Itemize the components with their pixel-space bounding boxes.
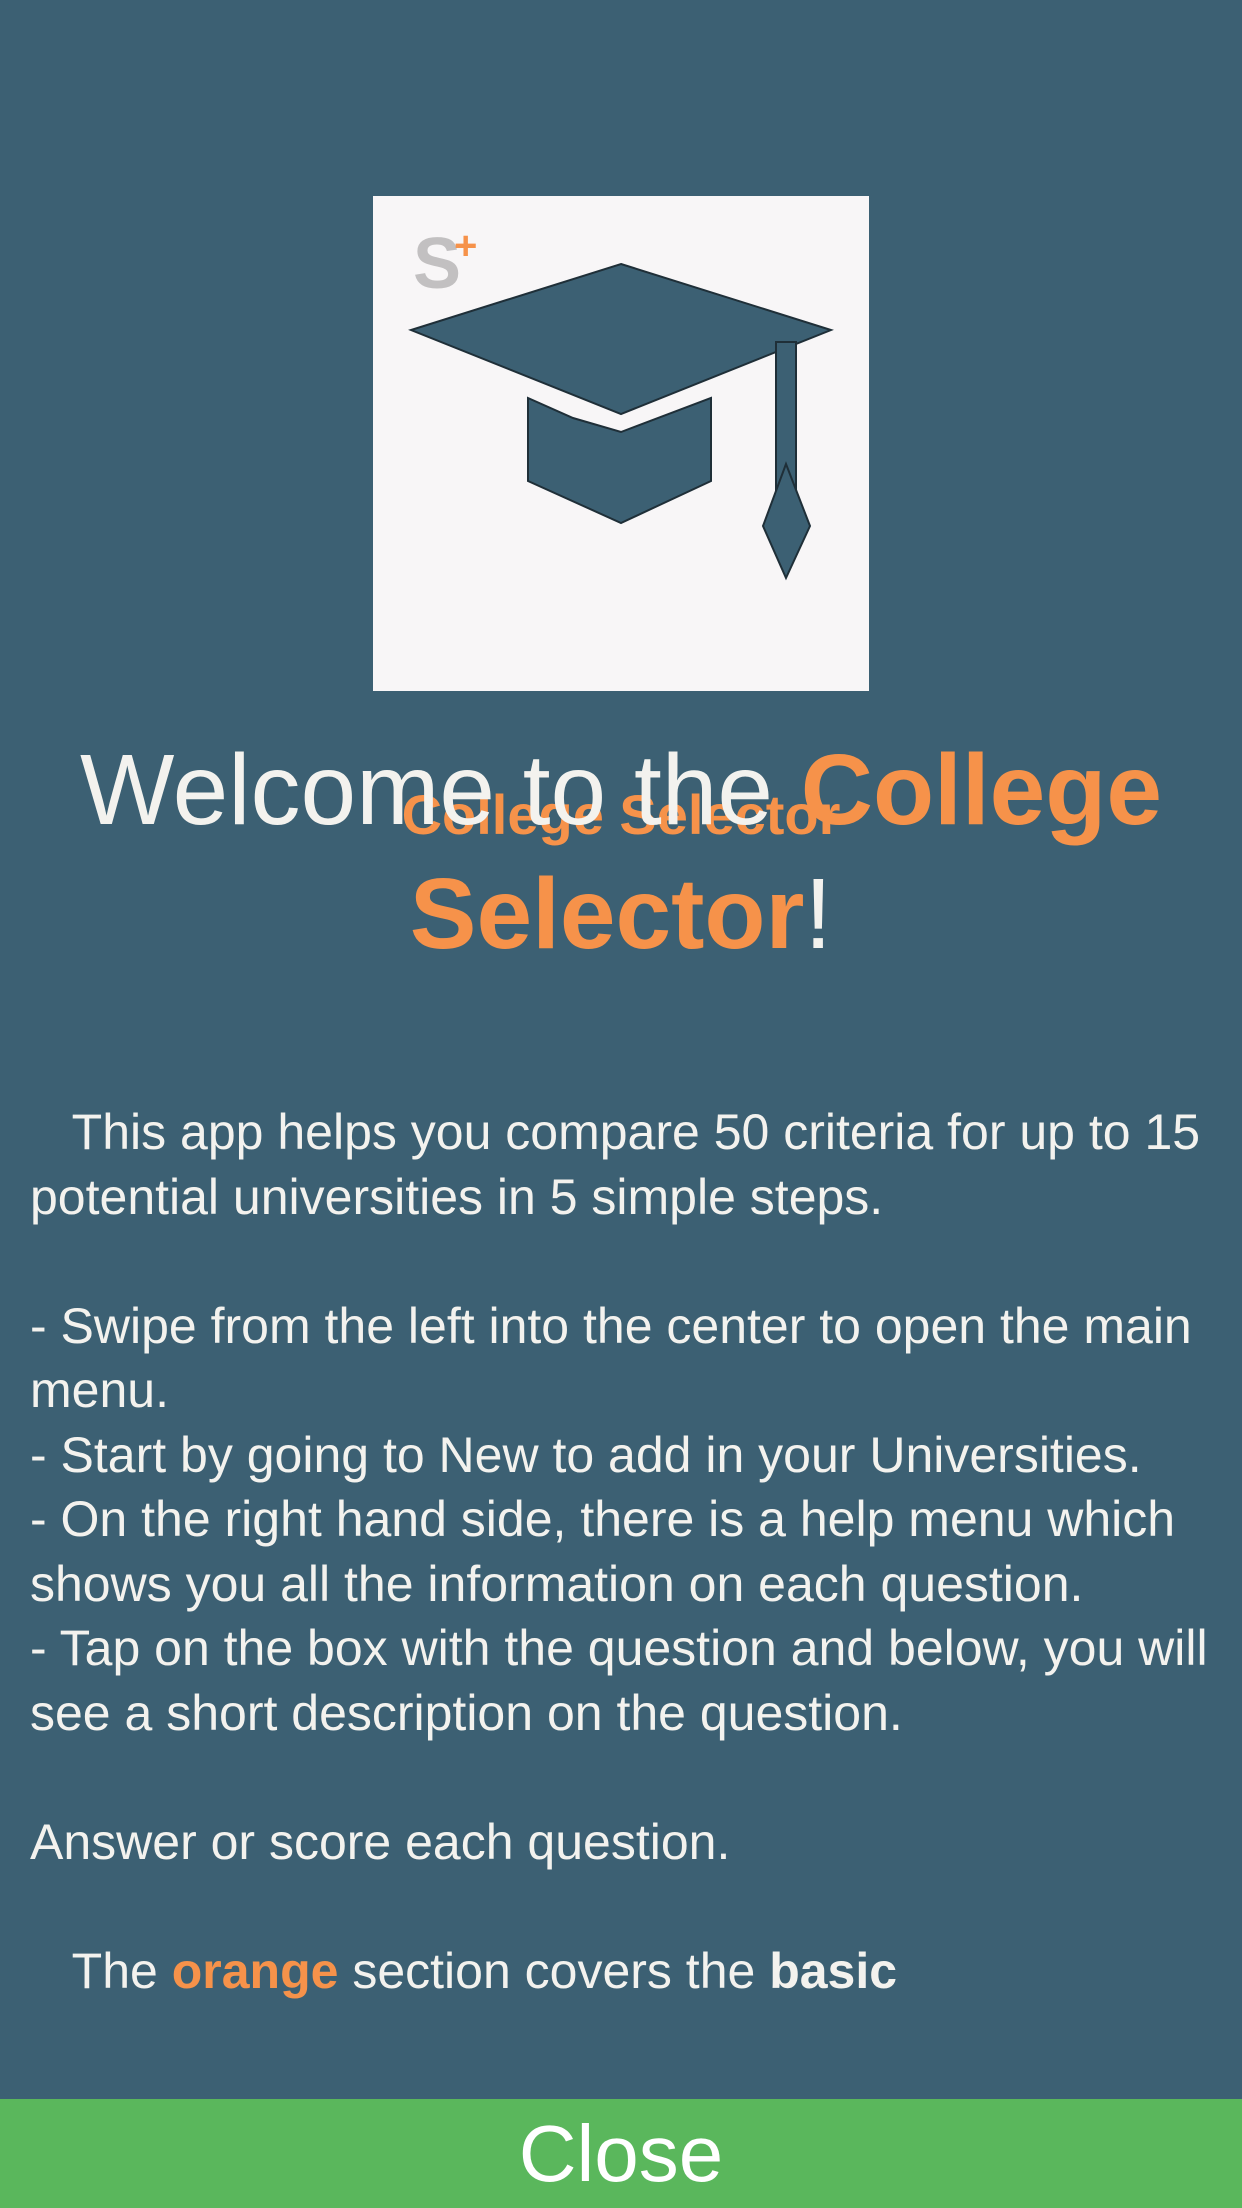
intro-paragraph: This app helps you compare 50 criteria f… bbox=[30, 1104, 1201, 1225]
intro-bullet-1: - Swipe from the left into the center to… bbox=[30, 1297, 1192, 1419]
logo-badge-plus: + bbox=[454, 224, 478, 268]
intro-bullet-3: - On the right hand side, there is a hel… bbox=[30, 1491, 1176, 1612]
intro-bullet-2: - Start by going to New to add in your U… bbox=[30, 1426, 1142, 1483]
welcome-heading: Welcome to the College Selector! bbox=[40, 728, 1202, 976]
welcome-app-name-line2: Selector bbox=[409, 858, 805, 970]
section-bold-word: basic bbox=[769, 1942, 898, 1999]
section-prefix: The bbox=[30, 1942, 172, 1999]
logo-badge: S + bbox=[393, 216, 477, 300]
welcome-app-name-line1: College bbox=[800, 734, 1162, 846]
intro-bullet-4: - Tap on the box with the question and b… bbox=[30, 1620, 1208, 1741]
close-button[interactable]: Close bbox=[0, 2099, 1242, 2208]
welcome-suffix: ! bbox=[804, 858, 833, 970]
intro-section-line: The orange section covers the basic bbox=[30, 1939, 1212, 2004]
section-middle: section covers the bbox=[338, 1942, 770, 1999]
app-logo: S + College Selector bbox=[373, 196, 869, 846]
welcome-prefix: Welcome to the bbox=[80, 734, 801, 846]
close-button-label: Close bbox=[518, 2108, 724, 2198]
intro-answer-line: Answer or score each question. bbox=[30, 1813, 731, 1870]
intro-text: This app helps you compare 50 criteria f… bbox=[30, 1100, 1212, 2003]
section-color-word: orange bbox=[171, 1942, 339, 1999]
